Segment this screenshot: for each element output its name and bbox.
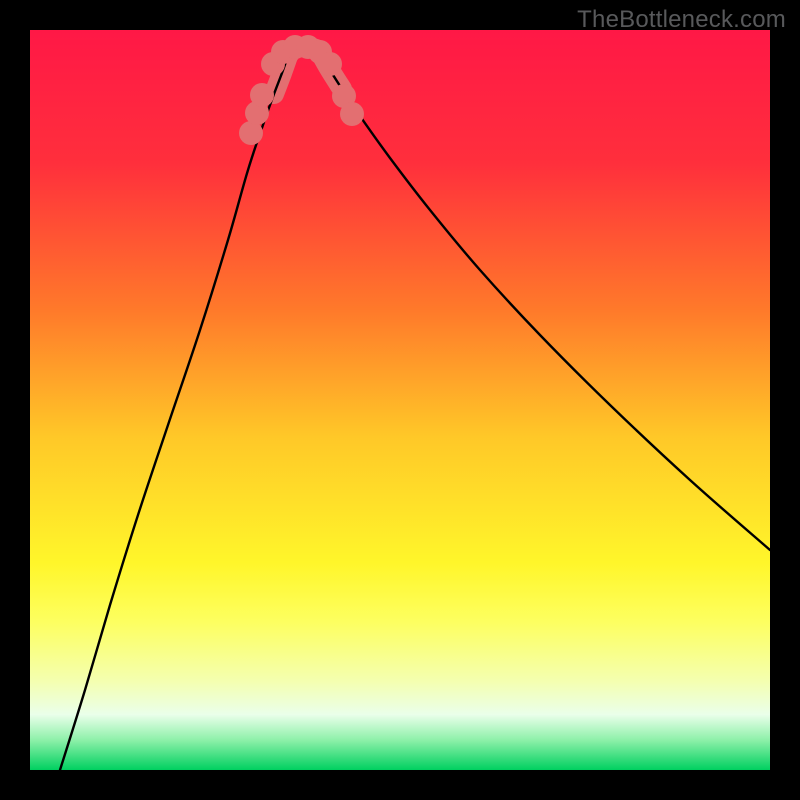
plot-area	[30, 30, 770, 770]
floor-dot	[340, 102, 364, 126]
plot-svg	[30, 30, 770, 770]
chart-frame: TheBottleneck.com	[0, 0, 800, 800]
floor-dot	[318, 52, 342, 76]
gradient-background	[30, 30, 770, 770]
floor-dot	[250, 83, 274, 107]
